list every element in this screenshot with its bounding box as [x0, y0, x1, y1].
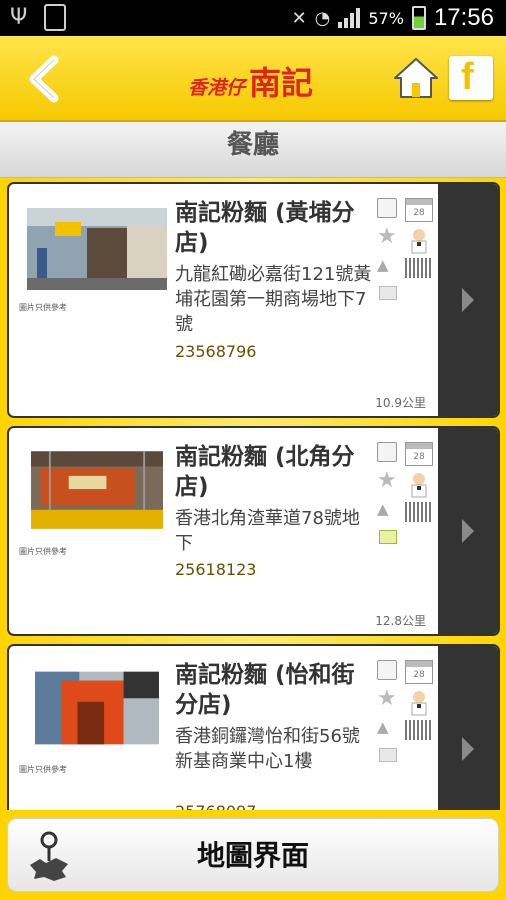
mute-icon: ✕ [291, 7, 307, 29]
home-icon[interactable] [392, 56, 440, 100]
barcode-icon [405, 502, 433, 522]
restaurant-address: 九龍紅磡必嘉街121號黃埔花園第一期商場地下7號 [175, 264, 372, 335]
restaurant-address: 香港銅鑼灣怡和街56號新基商業中心1樓 [175, 726, 360, 772]
restaurant-phone[interactable]: 25768097 [175, 802, 256, 810]
note-icon [379, 748, 397, 762]
restaurant-distance: 12.8公里 [375, 614, 426, 628]
restaurant-name: 南記粉麵 (黃埔分店) [175, 200, 355, 256]
clock: 17:56 [433, 4, 494, 31]
map-view-label: 地圖界面 [196, 839, 309, 872]
chef-icon [411, 473, 427, 498]
back-arrow-icon[interactable] [22, 54, 68, 104]
barcode-icon [405, 258, 433, 278]
chef-icon [411, 691, 427, 716]
page-title-bar: 餐廳 [0, 122, 506, 178]
chef-icon [411, 229, 427, 254]
restaurant-photo [35, 671, 159, 745]
checkbox-icon [377, 198, 397, 218]
brand-logo: 香港仔 南記 [188, 58, 313, 102]
chevron-right-icon[interactable] [438, 428, 498, 634]
checkbox-icon [377, 660, 397, 680]
calendar-icon: 28 [405, 442, 433, 466]
bottom-bar: 地圖界面 [0, 810, 506, 900]
chevron-right-icon[interactable] [438, 184, 498, 416]
restaurant-list[interactable]: 圖片只供參考 南記粉麵 (黃埔分店) 九龍紅磡必嘉街121號黃埔花園第一期商場地… [0, 178, 506, 810]
restaurant-address: 香港北角渣華道78號地下 [175, 508, 360, 554]
logo-small-text: 香港仔 [188, 77, 246, 99]
battery-icon [411, 6, 426, 30]
chevron-right-icon[interactable] [438, 646, 498, 810]
restaurant-name: 南記粉麵 (北角分店) [175, 444, 355, 500]
calendar-icon: 28 [405, 660, 433, 684]
map-view-button[interactable]: 地圖界面 [7, 818, 499, 892]
star-icon: ★ [377, 224, 397, 249]
logo-big-text: 南記 [249, 64, 314, 102]
mountain-icon: ▲ [377, 256, 389, 274]
restaurant-phone[interactable]: 23568796 [175, 342, 256, 361]
restaurant-name: 南記粉麵 (怡和街分店) [175, 662, 355, 718]
star-icon: ★ [377, 468, 397, 493]
page-title: 餐廳 [226, 130, 279, 160]
mountain-icon: ▲ [377, 500, 389, 518]
mountain-icon: ▲ [377, 718, 389, 736]
restaurant-card[interactable]: 圖片只供參考 南記粉麵 (北角分店) 香港北角渣華道78號地下 25618123… [7, 426, 500, 636]
barcode-icon [405, 720, 433, 740]
battery-percent: 57% [368, 8, 404, 28]
app-header: 香港仔 南記 f [0, 36, 506, 122]
status-bar: Ψ ✕ ◔ 57% 17:56 [0, 0, 506, 36]
photo-disclaimer: 圖片只供參考 [19, 765, 67, 774]
wifi-icon: ◔ [314, 7, 331, 29]
calendar-icon: 28 [405, 198, 433, 222]
photo-disclaimer: 圖片只供參考 [19, 547, 67, 556]
note-icon [379, 286, 397, 300]
facebook-icon[interactable]: f [449, 56, 493, 100]
checkbox-icon [377, 442, 397, 462]
restaurant-card[interactable]: 圖片只供參考 南記粉麵 (怡和街分店) 香港銅鑼灣怡和街56號新基商業中心1樓 … [7, 644, 500, 810]
star-icon: ★ [377, 686, 397, 711]
restaurant-photo [31, 451, 163, 529]
restaurant-card[interactable]: 圖片只供參考 南記粉麵 (黃埔分店) 九龍紅磡必嘉街121號黃埔花園第一期商場地… [7, 182, 500, 418]
usb-icon: Ψ [10, 5, 28, 30]
restaurant-distance: 10.9公里 [375, 396, 426, 410]
signal-icon [338, 8, 361, 28]
restaurant-photo [27, 208, 167, 290]
screenshot-icon [44, 4, 66, 31]
restaurant-phone[interactable]: 25618123 [175, 560, 256, 579]
note-icon [379, 530, 397, 544]
photo-disclaimer: 圖片只供參考 [19, 303, 67, 312]
